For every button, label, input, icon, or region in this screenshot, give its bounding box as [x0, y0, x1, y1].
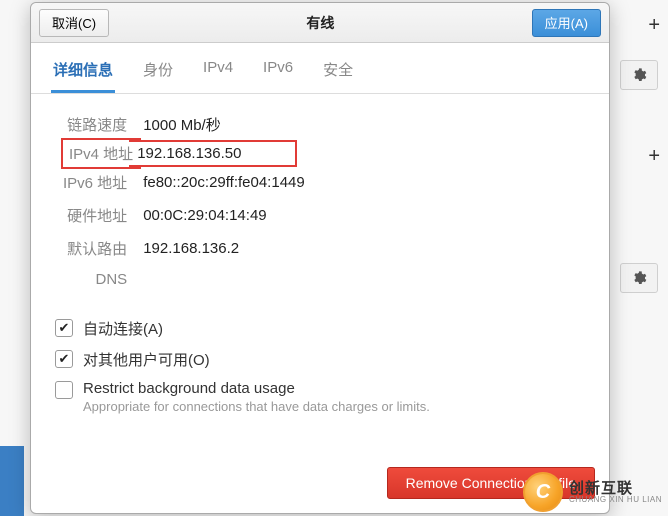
selection-strip [0, 446, 24, 516]
label-ipv4: IPv4 地址 [69, 146, 133, 163]
tab-bar: 详细信息 身份 IPv4 IPv6 安全 [31, 43, 609, 94]
value-ipv6: fe80::20c:29ff:fe04:1449 [135, 166, 313, 199]
label-link-speed: 链路速度 [55, 108, 135, 141]
row-mac: 硬件地址 00:0C:29:04:14:49 [55, 199, 313, 232]
settings-button[interactable] [620, 263, 658, 293]
label-route: 默认路由 [55, 232, 135, 265]
value-mac: 00:0C:29:04:14:49 [135, 199, 313, 232]
gear-icon [631, 270, 647, 286]
add-icon[interactable]: + [648, 145, 660, 168]
tab-ipv6[interactable]: IPv6 [261, 53, 295, 93]
tab-ipv4[interactable]: IPv4 [201, 53, 235, 93]
settings-button[interactable] [620, 60, 658, 90]
checkbox-sublabel: Appropriate for connections that have da… [83, 399, 430, 414]
checkbox-label: Restrict background data usage [83, 380, 430, 397]
label-mac: 硬件地址 [55, 199, 135, 232]
remove-profile-button[interactable]: Remove Connection Profile [387, 467, 595, 499]
details-panel: 链路速度 1000 Mb/秒 IPv4 地址 192.168.136.50 IP… [31, 94, 609, 457]
apply-button[interactable]: 应用(A) [532, 9, 601, 37]
tab-details[interactable]: 详细信息 [51, 53, 115, 93]
background-panel: + + [608, 0, 668, 516]
checkbox-restrict-bg[interactable]: Restrict background data usage Appropria… [55, 380, 585, 414]
label-dns: DNS [55, 265, 135, 294]
value-link-speed: 1000 Mb/秒 [135, 108, 313, 141]
row-ipv4: IPv4 地址 192.168.136.50 [55, 141, 313, 166]
tab-identity[interactable]: 身份 [141, 53, 175, 93]
tab-security[interactable]: 安全 [321, 53, 355, 93]
dialog-title: 有线 [306, 13, 334, 33]
wired-dialog: 取消(C) 有线 应用(A) 详细信息 身份 IPv4 IPv6 安全 链路速度… [30, 2, 610, 514]
details-table: 链路速度 1000 Mb/秒 IPv4 地址 192.168.136.50 IP… [55, 108, 313, 294]
checkbox-all-users[interactable]: 对其他用户可用(O) [55, 349, 585, 370]
check-icon [55, 319, 73, 337]
row-route: 默认路由 192.168.136.2 [55, 232, 313, 265]
row-dns: DNS [55, 265, 313, 294]
value-dns [135, 265, 313, 294]
label-ipv6: IPv6 地址 [55, 166, 135, 199]
value-route: 192.168.136.2 [135, 232, 313, 265]
check-icon [55, 350, 73, 368]
row-link-speed: 链路速度 1000 Mb/秒 [55, 108, 313, 141]
gear-icon [631, 67, 647, 83]
checkbox-label: 自动连接(A) [83, 318, 163, 339]
value-ipv4: 192.168.136.50 [137, 145, 241, 162]
cancel-button[interactable]: 取消(C) [39, 9, 109, 37]
checkbox-auto-connect[interactable]: 自动连接(A) [55, 318, 585, 339]
dialog-footer: Remove Connection Profile [31, 457, 609, 513]
row-ipv6: IPv6 地址 fe80::20c:29ff:fe04:1449 [55, 166, 313, 199]
titlebar: 取消(C) 有线 应用(A) [31, 3, 609, 43]
add-icon[interactable]: + [648, 14, 660, 37]
checkbox-label: 对其他用户可用(O) [83, 349, 210, 370]
check-icon [55, 381, 73, 399]
